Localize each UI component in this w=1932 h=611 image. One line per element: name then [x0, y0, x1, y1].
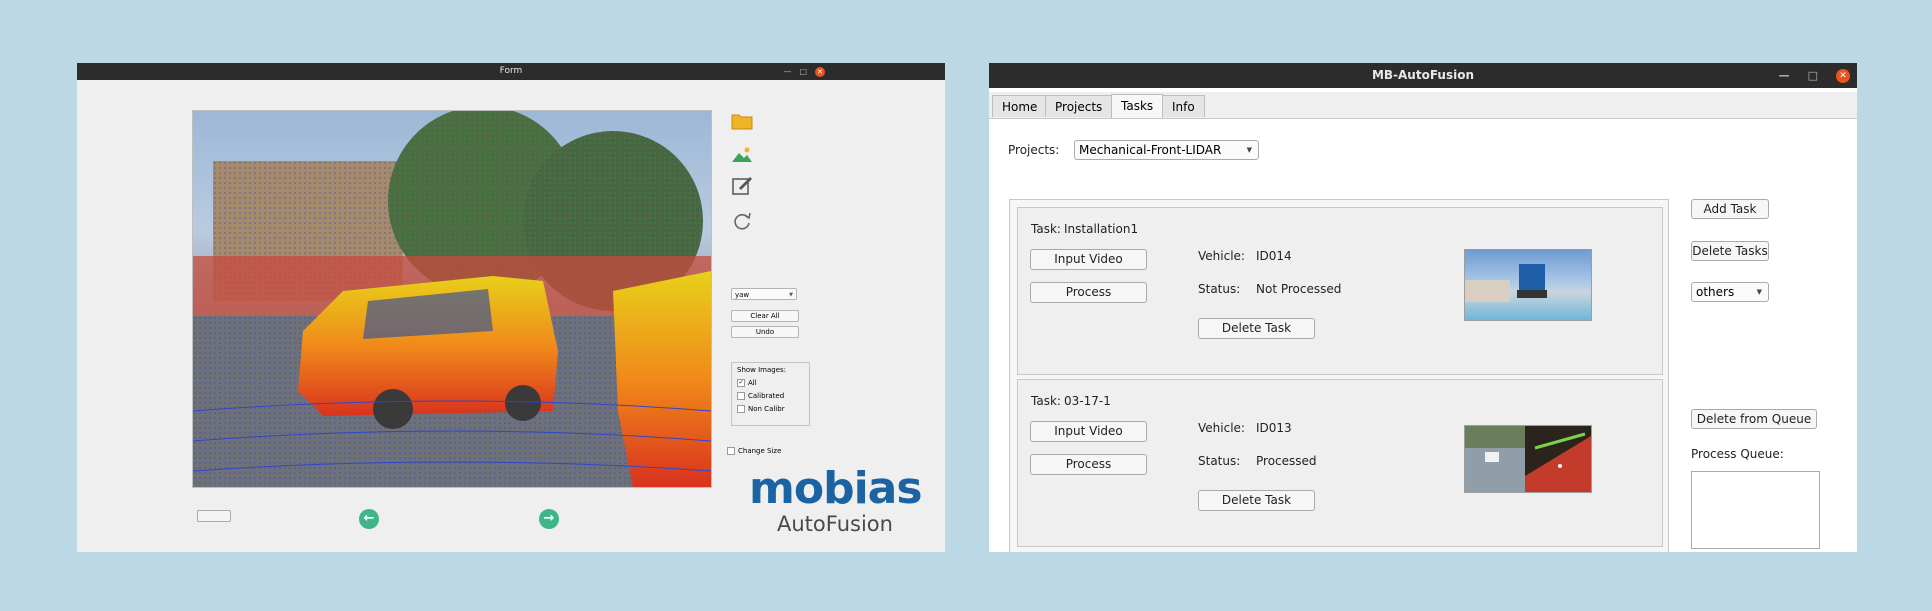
checkbox-all[interactable]: ✓	[737, 379, 745, 387]
task-filter-value: others	[1696, 285, 1735, 299]
chevron-down-icon: ▼	[1246, 146, 1252, 154]
show-images-group: Show Images: ✓ All Calibrated Non Calibr	[731, 362, 810, 426]
axis-select-value: yaw	[735, 291, 750, 299]
vehicle-value: ID014	[1256, 249, 1292, 263]
lidar-sensor-image	[1465, 264, 1547, 302]
status-label: Status:	[1198, 282, 1241, 296]
tab-tasks[interactable]: Tasks	[1111, 94, 1164, 118]
vehicle-label: Vehicle:	[1198, 249, 1245, 263]
chevron-down-icon: ▼	[789, 292, 793, 298]
delete-from-queue-button[interactable]: Delete from Queue	[1691, 409, 1817, 429]
show-all-option[interactable]: ✓ All	[737, 379, 804, 387]
project-select-value: Mechanical-Front-LIDAR	[1079, 143, 1222, 157]
task-name: 03-17-1	[1064, 394, 1111, 408]
fusion-preview-image	[1465, 426, 1591, 492]
show-images-title: Show Images:	[737, 366, 787, 374]
projects-label: Projects:	[1008, 143, 1060, 157]
task-thumbnail	[1464, 425, 1592, 493]
option-label: Non Calibr	[748, 405, 785, 413]
previous-arrow-icon[interactable]: ←	[359, 509, 379, 529]
task-label: Task:	[1031, 394, 1061, 408]
autofusion-logo-text: AutoFusion	[777, 512, 893, 536]
change-size-label: Change Size	[738, 447, 782, 455]
input-video-button[interactable]: Input Video	[1030, 249, 1147, 270]
checkbox-calibrated[interactable]	[737, 392, 745, 400]
minimize-icon[interactable]: —	[1779, 70, 1790, 81]
tasks-group: Task: Installation1 Input Video Process …	[1009, 199, 1669, 552]
form-title: Form	[499, 66, 523, 76]
project-select[interactable]: Mechanical-Front-LIDAR ▼	[1074, 140, 1259, 160]
process-button[interactable]: Process	[1030, 454, 1147, 475]
mobias-logo: mobias	[749, 463, 923, 514]
checkbox-change-size[interactable]	[727, 447, 735, 455]
maximize-icon[interactable]: □	[1808, 70, 1818, 81]
fusion-image-view[interactable]	[192, 110, 712, 488]
refresh-icon[interactable]	[731, 210, 753, 232]
next-arrow-icon[interactable]: →	[539, 509, 559, 529]
form-titlebar: Form — □ ✕	[77, 63, 945, 80]
image-icon[interactable]	[731, 144, 753, 166]
process-button[interactable]: Process	[1030, 282, 1147, 303]
option-label: Calibrated	[748, 392, 785, 400]
status-value: Processed	[1256, 454, 1317, 468]
main-titlebar: MB-AutoFusion — □ ✕	[989, 63, 1857, 88]
task-card: Task: Installation1 Input Video Process …	[1017, 207, 1663, 375]
main-title: MB-AutoFusion	[1371, 68, 1475, 82]
option-label: All	[748, 379, 757, 387]
status-value: Not Processed	[1256, 282, 1342, 296]
tab-info[interactable]: Info	[1162, 95, 1205, 117]
main-window-controls: — □ ✕	[1779, 63, 1850, 88]
chevron-down-icon: ▼	[1756, 288, 1762, 296]
change-size-option[interactable]: Change Size	[727, 447, 781, 455]
edit-image-icon[interactable]	[731, 174, 753, 196]
close-icon[interactable]: ✕	[815, 66, 825, 77]
input-video-button[interactable]: Input Video	[1030, 421, 1147, 442]
mb-autofusion-window: MB-AutoFusion — □ ✕ Home Projects Tasks …	[989, 63, 1857, 552]
process-queue-label: Process Queue:	[1691, 447, 1784, 461]
point-cloud-overlay	[193, 111, 711, 487]
delete-task-button[interactable]: Delete Task	[1198, 490, 1315, 511]
vehicle-label: Vehicle:	[1198, 421, 1245, 435]
show-calibrated-option[interactable]: Calibrated	[737, 392, 804, 400]
checkbox-non-calibrated[interactable]	[737, 405, 745, 413]
task-filter-select[interactable]: others ▼	[1691, 282, 1769, 302]
tab-projects[interactable]: Projects	[1045, 95, 1113, 117]
folder-icon[interactable]	[731, 110, 753, 132]
delete-tasks-button[interactable]: Delete Tasks	[1691, 241, 1769, 261]
form-window-controls: — □ ✕	[783, 63, 825, 80]
maximize-icon[interactable]: □	[799, 67, 807, 76]
form-window: Form — □ ✕ yaw ▼ Clear All Undo Show Ima…	[77, 63, 945, 552]
process-queue-list[interactable]	[1691, 471, 1820, 549]
tab-bar: Home Projects Tasks Info	[989, 92, 1857, 119]
task-label: Task:	[1031, 222, 1061, 236]
task-thumbnail	[1464, 249, 1592, 321]
image-slider-handle[interactable]	[197, 510, 231, 522]
task-card: Task: 03-17-1 Input Video Process Vehicl…	[1017, 379, 1663, 547]
task-name: Installation1	[1064, 222, 1139, 236]
minimize-icon[interactable]: —	[783, 67, 791, 76]
undo-button[interactable]: Undo	[731, 326, 799, 338]
delete-task-button[interactable]: Delete Task	[1198, 318, 1315, 339]
axis-select[interactable]: yaw ▼	[731, 288, 797, 300]
status-label: Status:	[1198, 454, 1241, 468]
clear-all-button[interactable]: Clear All	[731, 310, 799, 322]
add-task-button[interactable]: Add Task	[1691, 199, 1769, 219]
tab-home[interactable]: Home	[992, 95, 1048, 117]
vehicle-value: ID013	[1256, 421, 1292, 435]
show-non-calibrated-option[interactable]: Non Calibr	[737, 405, 804, 413]
close-icon[interactable]: ✕	[1836, 68, 1850, 83]
